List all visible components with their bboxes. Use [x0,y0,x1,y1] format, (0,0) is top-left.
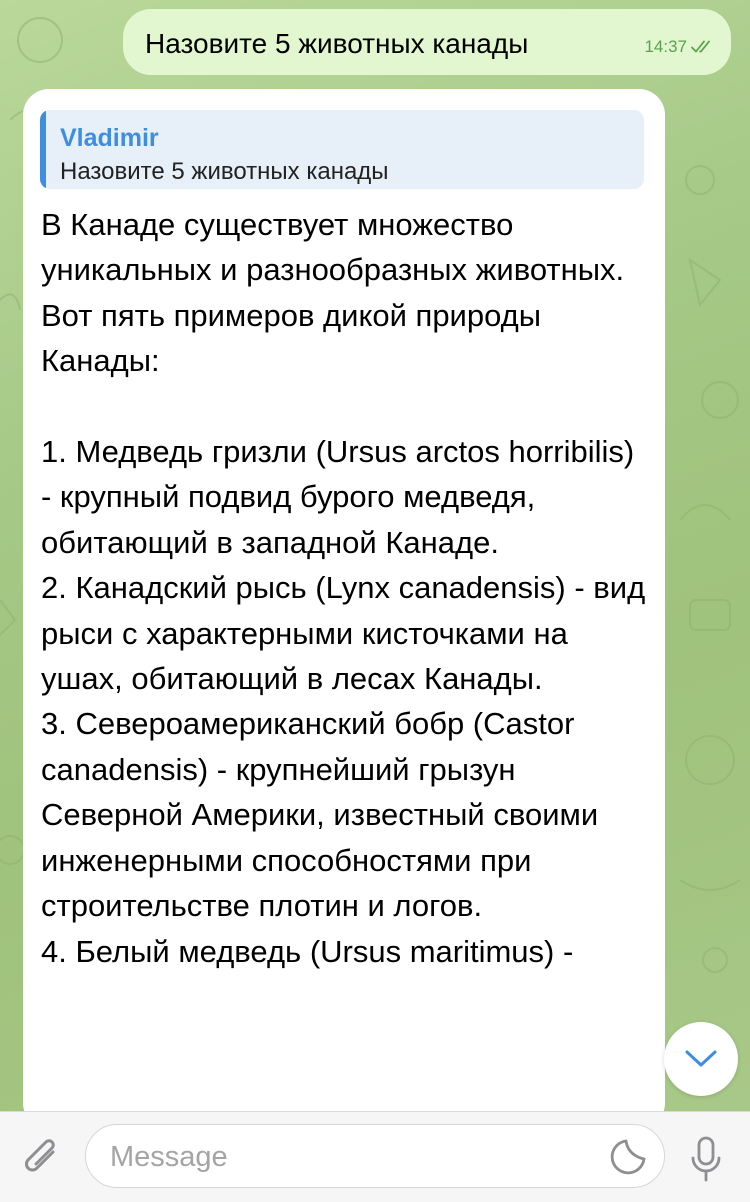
incoming-message-text: В Канаде существует множество уникальных… [41,207,646,969]
incoming-message[interactable]: Vladimir Назовите 5 животных канады В Ка… [23,89,665,1129]
message-field[interactable] [85,1124,665,1189]
reply-text: Назовите 5 животных канады [60,158,389,185]
sticker-icon[interactable] [608,1137,648,1177]
outgoing-message[interactable]: Назовите 5 животных канады 14:37 [123,9,731,75]
outgoing-message-meta: 14:37 [644,37,715,57]
reply-accent-bar [40,110,46,189]
reply-quote[interactable]: Vladimir Назовите 5 животных канады [40,110,644,189]
message-time: 14:37 [644,37,687,56]
reply-author: Vladimir [60,124,159,152]
chevron-down-icon [685,1050,717,1067]
paperclip-icon [25,1139,55,1172]
outgoing-message-text: Назовите 5 животных канады [145,28,529,59]
message-input[interactable] [108,1125,592,1189]
scroll-down-button[interactable] [664,1022,738,1096]
attach-button[interactable] [20,1132,66,1182]
double-check-icon [691,40,710,53]
microphone-icon [691,1136,721,1182]
message-input-bar [0,1111,750,1202]
microphone-button[interactable] [684,1134,728,1184]
